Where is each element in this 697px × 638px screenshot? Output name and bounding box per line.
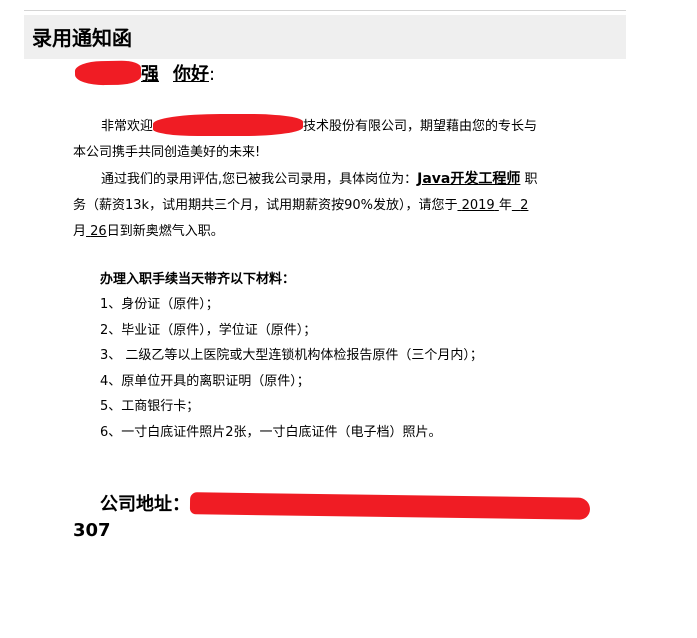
month-unit: 月 xyxy=(73,224,87,239)
list-item: 6、一寸白底证件照片2张，一寸白底证件（电子档）照片。 xyxy=(100,424,442,440)
list-item: 2、毕业证（原件），学位证（原件）； xyxy=(100,322,317,338)
welcome-start: 非常欢迎 xyxy=(101,119,154,134)
start-month: 2 xyxy=(520,198,529,213)
materials-title: 办理入职手续当天带齐以下材料： xyxy=(100,272,296,287)
position-title: Java开发工程师 xyxy=(417,171,521,187)
welcome-paragraph: 非常欢迎 技术股份有限公司，期望藉由您的专长与本公司携手共同创造美好的未来! xyxy=(73,114,548,166)
redaction-mark xyxy=(189,492,591,520)
start-day: 26 xyxy=(90,224,107,239)
list-item: 4、原单位开具的离职证明（原件）； xyxy=(100,373,310,389)
header-bar: 录用通知函 xyxy=(24,15,626,59)
address-label: 公司地址： xyxy=(100,494,190,515)
start-year: 2019 xyxy=(461,198,495,213)
greeting-colon: : xyxy=(209,64,216,85)
list-item: 1、身份证（原件）； xyxy=(100,297,219,312)
redaction-mark xyxy=(153,114,304,136)
recipient-name-tail: 强 xyxy=(141,64,159,85)
address-tail: 307 xyxy=(73,520,111,541)
year-unit: 年 xyxy=(498,198,512,213)
greeting-line: 强你好: xyxy=(74,60,216,89)
page-title: 录用通知函 xyxy=(32,26,132,50)
greeting-hello: 你好 xyxy=(173,64,209,85)
list-item: 5、工商银行卡； xyxy=(100,399,200,414)
list-item: 3、 二级乙等以上医院或大型连锁机构体检报告原件（三个月内）； xyxy=(100,348,483,363)
offer-intro: 通过我们的录用评估,您已被我公司录用，具体岗位为： xyxy=(101,172,418,187)
redaction-mark xyxy=(74,60,142,86)
top-divider xyxy=(24,10,626,11)
start-day-suffix: 日到新奥燃气入职。 xyxy=(106,224,224,239)
materials-list: 1、身份证（原件）； 2、毕业证（原件），学位证（原件）； 3、 二级乙等以上医… xyxy=(100,292,483,445)
offer-paragraph: 通过我们的录用评估,您已被我公司录用，具体岗位为：Java开发工程师 职务（薪资… xyxy=(73,166,548,245)
